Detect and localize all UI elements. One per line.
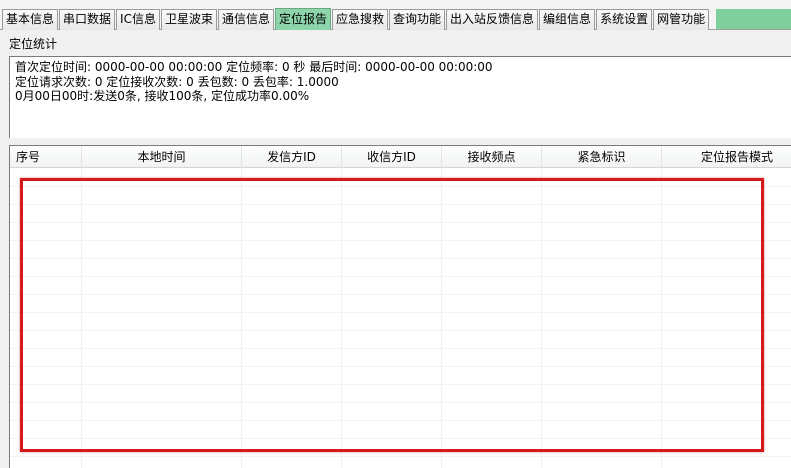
- tab-network-management[interactable]: 网管功能: [653, 9, 710, 30]
- tab-comm-info[interactable]: 通信信息: [217, 9, 274, 30]
- column-header-index[interactable]: 序号: [10, 146, 82, 168]
- tab-position-report[interactable]: 定位报告: [274, 8, 331, 30]
- column-header-report-mode[interactable]: 定位报告模式: [662, 146, 791, 168]
- tab-list: 基本信息 串口数据 IC信息 卫星波束 通信信息 定位报告 应急搜救 查询功能 …: [2, 8, 710, 30]
- column-header-local-time[interactable]: 本地时间: [82, 146, 242, 168]
- tab-ic-info[interactable]: IC信息: [116, 9, 160, 30]
- tab-basic-info[interactable]: 基本信息: [2, 9, 59, 30]
- tab-bar: 基本信息 串口数据 IC信息 卫星波束 通信信息 定位报告 应急搜救 查询功能 …: [0, 0, 791, 30]
- row-divider: [10, 456, 791, 457]
- request-count-line: 定位请求次数: 0 定位接收次数: 0 丢包数: 0 丢包率: 1.0000: [15, 74, 339, 89]
- column-header-frequency[interactable]: 接收频点: [442, 146, 542, 168]
- tab-system-settings[interactable]: 系统设置: [596, 9, 653, 30]
- tab-query[interactable]: 查询功能: [389, 9, 446, 30]
- first-position-line: 首次定位时间: 0000-00-00 00:00:00 定位频率: 0 秒 最后…: [15, 60, 493, 74]
- column-header-sender-id[interactable]: 发信方ID: [242, 146, 342, 168]
- tab-emergency-rescue[interactable]: 应急搜救: [332, 9, 389, 30]
- tab-bar-accent: [716, 9, 791, 29]
- column-header-emergency-flag[interactable]: 紧急标识: [542, 146, 662, 168]
- tab-station-feedback[interactable]: 出入站反馈信息: [446, 9, 539, 30]
- table-header: 序号 本地时间 发信方ID 收信方ID 接收频点 紧急标识 定位报告模式: [10, 146, 791, 168]
- success-rate-line: 0月00日00时:发送0条, 接收100条, 定位成功率0.00%: [15, 89, 310, 103]
- highlight-annotation-box: [20, 178, 764, 452]
- tab-group-info[interactable]: 编组信息: [539, 9, 596, 30]
- position-stats-textbox[interactable]: 首次定位时间: 0000-00-00 00:00:00 定位频率: 0 秒 最后…: [9, 56, 791, 138]
- column-header-receiver-id[interactable]: 收信方ID: [342, 146, 442, 168]
- tab-serial-data[interactable]: 串口数据: [59, 9, 116, 30]
- tab-satellite-beam[interactable]: 卫星波束: [160, 9, 217, 30]
- section-title: 定位统计: [9, 37, 58, 51]
